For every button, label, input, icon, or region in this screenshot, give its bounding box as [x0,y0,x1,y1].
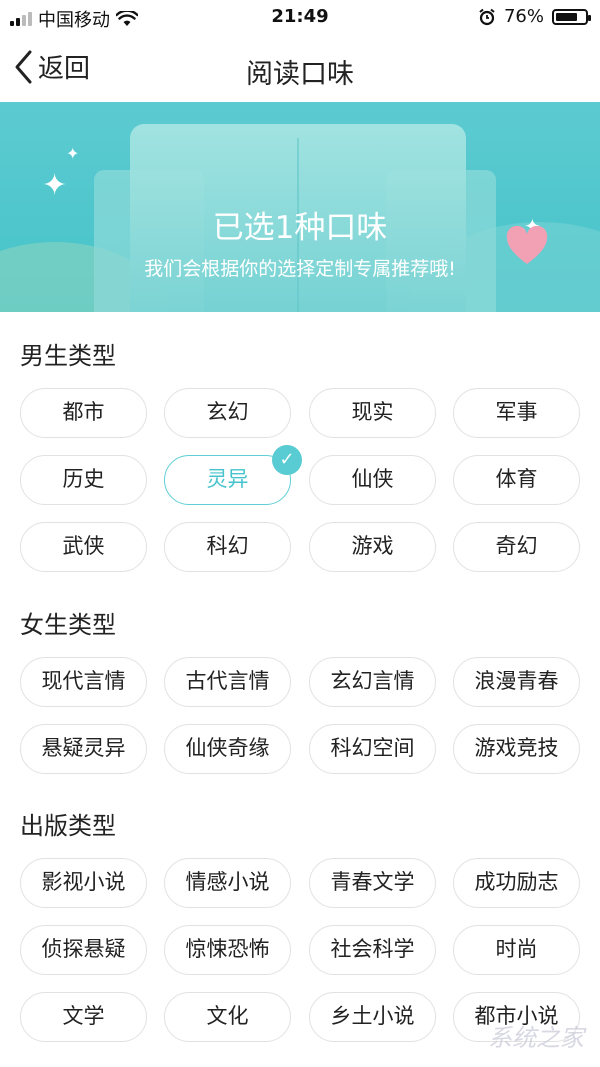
taste-tag[interactable]: 体育 [453,455,580,505]
taste-tag[interactable]: 现代言情 [20,657,147,707]
taste-tag[interactable]: 历史 [20,455,147,505]
taste-tag[interactable]: 玄幻 [164,388,291,438]
taste-tag[interactable]: 侦探悬疑 [20,925,147,975]
status-bar: 中国移动 21:49 76% [0,0,600,34]
battery-fill [556,12,578,21]
nav-bar: 返回 阅读口味 [0,34,600,102]
taste-tag[interactable]: 科幻空间 [309,724,436,774]
taste-tag[interactable]: 游戏竞技 [453,724,580,774]
battery-icon [552,8,591,25]
section-title: 男生类型 [20,342,116,370]
taste-tag[interactable]: 影视小说 [20,858,147,908]
taste-tag[interactable]: 浪漫青春 [453,657,580,707]
section-title: 出版类型 [20,812,116,840]
sparkle-icon: ✦ [66,144,80,163]
taste-tag[interactable]: 惊悚恐怖 [164,925,291,975]
sparkle-icon: ✦ [42,168,68,203]
taste-tag[interactable]: 军事 [453,388,580,438]
banner-subtitle: 我们会根据你的选择定制专属推荐哦! [144,258,456,280]
selected-count-heading: 已选1种口味 [212,210,388,246]
taste-tag[interactable]: 文化 [164,992,291,1042]
taste-tag[interactable]: 情感小说 [164,858,291,908]
taste-tag[interactable]: 乡土小说 [309,992,436,1042]
taste-tag[interactable]: 青春文学 [309,858,436,908]
taste-tag[interactable]: 武侠 [20,522,147,572]
battery-percent: 76% [503,6,544,27]
taste-tag[interactable]: 现实 [309,388,436,438]
page-title: 阅读口味 [246,59,354,90]
taste-tag[interactable]: 玄幻言情 [309,657,436,707]
taste-tag[interactable]: 文学 [20,992,147,1042]
taste-tag[interactable]: 都市 [20,388,147,438]
watermark: 系统之家 [488,1024,584,1052]
check-icon: ✓ [272,445,302,475]
taste-tag[interactable]: 仙侠 [309,455,436,505]
taste-tag[interactable]: 科幻 [164,522,291,572]
taste-banner: ✦ ✦ ✦ 已选1种口味 我们会根据你的选择定制专属推荐哦! [0,102,600,312]
taste-tag[interactable]: 古代言情 [164,657,291,707]
taste-tag[interactable]: 奇幻 [453,522,580,572]
alarm-icon [479,8,495,25]
taste-tag[interactable]: 成功励志 [453,858,580,908]
taste-tag[interactable]: 游戏 [309,522,436,572]
taste-tag[interactable]: 时尚 [453,925,580,975]
taste-tag[interactable]: 社会科学 [309,925,436,975]
taste-tag[interactable]: 悬疑灵异 [20,724,147,774]
section-title: 女生类型 [20,611,116,639]
taste-tag[interactable]: 仙侠奇缘 [164,724,291,774]
status-right: 76% [478,6,591,27]
